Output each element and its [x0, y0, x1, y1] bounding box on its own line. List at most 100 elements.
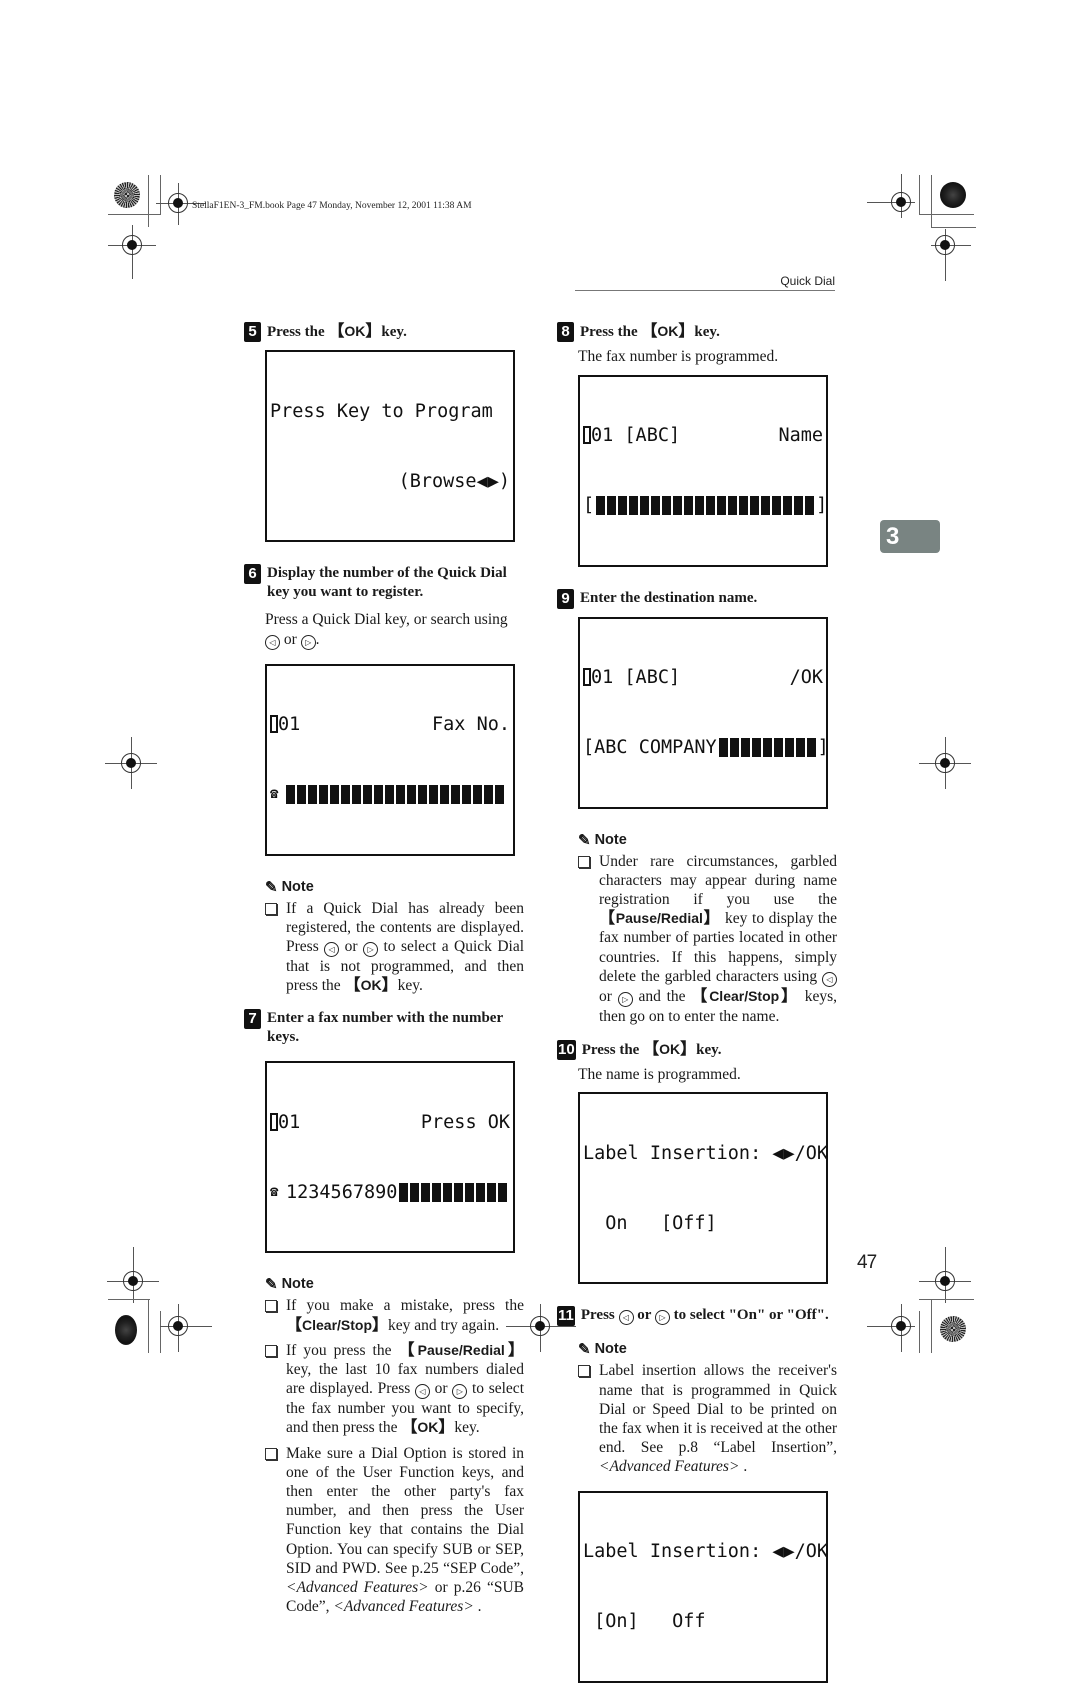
step-8: 8 Press the 【OK】key. — [557, 322, 837, 342]
ok-key: 【OK】 — [643, 1040, 697, 1058]
step-number: 8 — [557, 322, 574, 342]
lcd-empty-cell — [484, 785, 493, 804]
lcd-empty-cell — [773, 738, 783, 757]
step-6: 6 Display the number of the Quick Dial k… — [244, 564, 524, 602]
lcd-empty-cell — [443, 1182, 453, 1202]
checkbox-bullet-icon — [265, 1447, 277, 1460]
lcd-empty-cell — [396, 785, 405, 804]
note-item: Make sure a Dial Option is stored in one… — [265, 1444, 524, 1617]
lcd-empty-cell — [451, 785, 460, 804]
right-column: 8 Press the 【OK】key. The fax number is p… — [557, 322, 837, 1683]
checkbox-bullet-icon — [265, 902, 277, 915]
note-heading: ✎ Note — [578, 831, 627, 849]
checkbox-bullet-icon — [265, 1344, 277, 1357]
checkbox-bullet-icon — [578, 1365, 590, 1378]
lcd-empty-cell — [407, 785, 416, 804]
note-item: Label insertion allows the receiver's na… — [578, 1361, 837, 1476]
lcd-empty-cell — [640, 496, 650, 515]
pencil-icon: ✎ — [265, 878, 278, 896]
lcd-empty-cell — [784, 738, 794, 757]
left-arrow-icon: ◁ — [324, 941, 340, 957]
lcd-empty-cell — [418, 785, 427, 804]
lcd-label-insertion-on: Label Insertion: ◀▶/OK [On] Off — [578, 1490, 828, 1683]
left-arrow-icon: ◁ — [618, 1310, 634, 1326]
left-column: 5 Press the 【OK】key. Press Key to Progra… — [244, 322, 524, 1616]
lcd-empty-cell — [607, 496, 617, 515]
chapter-tab: 3 — [880, 520, 940, 553]
ok-key: 【OK】 — [401, 1419, 455, 1437]
cursor — [583, 668, 591, 686]
lcd-empty-cell — [728, 496, 738, 515]
pencil-icon: ✎ — [578, 1341, 591, 1359]
note-item: If you press the 【Pause/Redial】 key, the… — [265, 1341, 524, 1438]
ok-key: 【OK】 — [344, 977, 398, 995]
step-9: 9 Enter the destination name. — [557, 588, 837, 609]
cursor — [270, 715, 278, 733]
left-arrow-icon: ◁ — [414, 1384, 430, 1400]
lcd-label-insertion-off: Label Insertion: ◀▶/OK On [Off] — [578, 1092, 828, 1285]
lcd-empty-cell — [794, 496, 804, 515]
lcd-empty-cell — [476, 1182, 486, 1202]
step-10: 10 Press the 【OK】key. — [557, 1039, 722, 1060]
lcd-empty-cell — [421, 1182, 431, 1202]
crop-disc-bottom-left — [115, 1315, 137, 1345]
right-arrow-icon: ▷ — [363, 941, 379, 957]
lcd-empty-cell — [718, 738, 728, 757]
note-item: If you make a mistake, press the 【Clear/… — [265, 1296, 524, 1334]
lcd-empty-cell — [495, 785, 504, 804]
lcd-empty-cell — [308, 785, 317, 804]
lcd-empty-cell — [751, 738, 761, 757]
step-number: 9 — [557, 588, 574, 609]
lcd-empty-cell — [695, 496, 705, 515]
lcd-empty-cell — [673, 496, 683, 515]
lcd-empty-cell — [740, 738, 750, 757]
lcd-empty-cell — [729, 738, 739, 757]
note-heading: ✎ Note — [265, 1276, 314, 1294]
step-8-body: The fax number is programmed. — [578, 348, 779, 365]
clear-stop-key: 【Clear/Stop】 — [286, 1316, 389, 1334]
lcd-empty-cell — [462, 785, 471, 804]
lcd-empty-cell — [629, 496, 639, 515]
section-title: Quick Dial — [780, 274, 835, 288]
lcd-empty-cell — [385, 785, 394, 804]
manual-reference: <Advanced Features> — [286, 1578, 429, 1596]
lcd-press-ok: 01 Press OK ☎ 1234567890 — [265, 1061, 515, 1254]
lcd-empty-cell — [440, 785, 449, 804]
lcd-empty-cell — [761, 496, 771, 515]
book-meta: StellaF1EN-3_FM.book Page 47 Monday, Nov… — [192, 201, 472, 211]
lcd-empty-cell — [498, 1182, 508, 1202]
step-number: 6 — [244, 564, 261, 584]
note-item: Under rare circumstances, garbled charac… — [578, 852, 837, 1026]
lcd-empty-cell — [374, 785, 383, 804]
lcd-empty-cell — [473, 785, 482, 804]
step-7: 7 Enter a fax number with the number key… — [244, 1009, 524, 1047]
right-arrow-icon: ▷ — [654, 1310, 670, 1326]
manual-reference: <Advanced Features> — [599, 1458, 740, 1476]
empty-field-bars — [596, 496, 815, 515]
manual-reference: <Advanced Features> — [333, 1598, 474, 1616]
pause-redial-key: 【Pause/Redial】 — [398, 1341, 525, 1359]
lcd-empty-cell — [487, 1182, 497, 1202]
lcd-press-key-to-program: Press Key to Program (Browse◀▶) — [265, 350, 515, 542]
step-number: 11 — [557, 1306, 575, 1327]
lcd-empty-cell — [286, 785, 295, 804]
lcd-empty-cell — [717, 496, 727, 515]
cursor — [270, 1112, 278, 1131]
phone-icon: ☎ — [270, 1183, 279, 1200]
right-arrow-icon: ▷ — [300, 634, 316, 650]
section-rule — [575, 290, 835, 291]
lcd-empty-cell — [596, 496, 606, 515]
right-arrow-icon: ▷ — [452, 1384, 468, 1400]
lcd-empty-cell — [651, 496, 661, 515]
lcd-empty-cell — [330, 785, 339, 804]
lcd-empty-cell — [762, 738, 772, 757]
ok-key: 【OK】 — [641, 323, 695, 340]
cursor — [583, 426, 591, 444]
crop-disc-top-right — [940, 182, 966, 208]
pause-redial-key: 【Pause/Redial】 — [599, 910, 721, 928]
step-11: 11 Press ◁ or ▷ to select "On" or "Off". — [557, 1306, 829, 1327]
crop-disc-top-left — [114, 182, 140, 208]
empty-field-bars — [718, 738, 816, 757]
phone-icon: ☎ — [270, 786, 279, 802]
left-arrow-icon: ◁ — [265, 634, 280, 650]
